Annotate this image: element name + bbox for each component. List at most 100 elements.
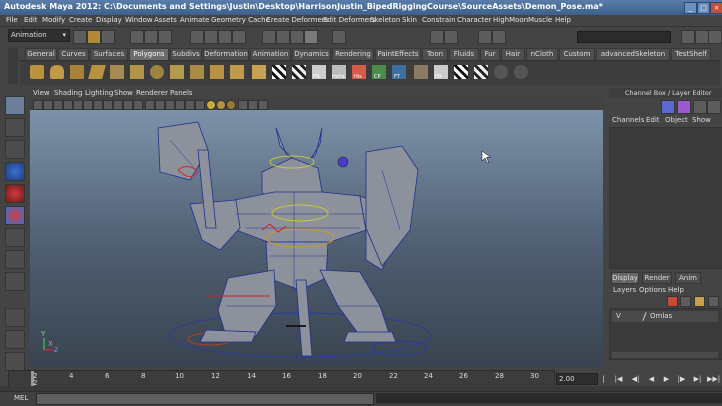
- outliner-layout-icon[interactable]: [5, 352, 25, 371]
- panel-menu-shading[interactable]: Shading: [54, 89, 82, 97]
- attribute-editor-icon[interactable]: [444, 30, 458, 44]
- checker-uv-alt-icon[interactable]: [474, 65, 488, 79]
- select-tool-icon[interactable]: [5, 96, 25, 115]
- panel-menu-lighting[interactable]: Lighting: [85, 89, 113, 97]
- tab-anim[interactable]: Anim: [675, 272, 701, 284]
- attribute-editor-toggle-icon[interactable]: [693, 100, 707, 114]
- channel-box-icon[interactable]: [492, 30, 506, 44]
- history-icon[interactable]: [262, 30, 276, 44]
- poly-merge-icon[interactable]: [210, 65, 224, 79]
- motion-blur-icon[interactable]: [216, 100, 226, 110]
- menu-edit-deformers[interactable]: Edit Deformers: [323, 16, 376, 24]
- poly-cylinder-icon[interactable]: [50, 65, 64, 79]
- layer-editor-toggle-icon[interactable]: [677, 100, 691, 114]
- step-back-frame-button[interactable]: ◀|: [630, 374, 641, 384]
- move-tool-icon[interactable]: [5, 162, 25, 181]
- wireframe-icon[interactable]: [145, 100, 155, 110]
- checker-uv-icon[interactable]: [454, 65, 468, 79]
- sidebar-toggle-icon[interactable]: [430, 30, 444, 44]
- layer-color-swatch[interactable]: [642, 312, 647, 321]
- menu-skeleton[interactable]: Skeleton: [370, 16, 400, 24]
- camera-attributes-icon[interactable]: [43, 100, 53, 110]
- layer-visibility-toggle[interactable]: V: [616, 312, 621, 320]
- ipr-render-icon[interactable]: [290, 30, 304, 44]
- menu-character[interactable]: Character: [457, 16, 492, 24]
- freeze-transform-icon[interactable]: FT: [392, 65, 406, 80]
- xray-joints-icon[interactable]: [258, 100, 268, 110]
- layer-scrollbar[interactable]: [612, 352, 718, 358]
- menu-display[interactable]: Display: [96, 16, 122, 24]
- xray-icon[interactable]: [248, 100, 258, 110]
- layout-single-icon[interactable]: [708, 30, 722, 44]
- command-input[interactable]: [36, 393, 374, 405]
- cb-menu-channels[interactable]: Channels: [612, 116, 644, 124]
- image-plane-icon[interactable]: [63, 100, 73, 110]
- paint-select-tool-icon[interactable]: [5, 140, 25, 159]
- open-scene-icon[interactable]: [87, 30, 101, 44]
- camera-select-icon[interactable]: [33, 100, 43, 110]
- maximize-button[interactable]: □: [697, 2, 710, 14]
- menu-set-selector[interactable]: Animation ▾: [8, 29, 70, 42]
- ambient-occlusion-icon[interactable]: [206, 100, 216, 110]
- lasso-alt-icon[interactable]: [514, 65, 528, 79]
- textured-icon[interactable]: [175, 100, 185, 110]
- new-layer-selected-icon[interactable]: [680, 296, 691, 307]
- menu-help[interactable]: Help: [555, 16, 571, 24]
- use-all-lights-icon[interactable]: [185, 100, 195, 110]
- input-field-icon[interactable]: [332, 30, 346, 44]
- play-backward-button[interactable]: ◀: [646, 374, 657, 384]
- quick-select-field[interactable]: [577, 31, 671, 43]
- sculpt-brush-icon[interactable]: [414, 65, 428, 79]
- poly-bevel-icon[interactable]: [110, 65, 124, 79]
- select-component-icon[interactable]: [158, 30, 172, 44]
- panel-menu-renderer[interactable]: Renderer: [136, 89, 168, 97]
- go-to-end-button[interactable]: ▶▶|: [707, 374, 720, 384]
- snap-grid-icon[interactable]: [190, 30, 204, 44]
- checker-alt-icon[interactable]: [292, 65, 306, 79]
- menu-file[interactable]: File: [6, 16, 18, 24]
- menu-skin[interactable]: Skin: [402, 16, 417, 24]
- layout-four-icon[interactable]: [695, 30, 709, 44]
- wireframe-on-shaded-icon[interactable]: [165, 100, 175, 110]
- poly-mirror-icon[interactable]: [230, 65, 244, 79]
- shadows-icon[interactable]: [195, 100, 205, 110]
- freeze-normals-icon[interactable]: FN: [312, 65, 326, 80]
- tab-render[interactable]: Render: [642, 272, 672, 284]
- menu-modify[interactable]: Modify: [42, 16, 65, 24]
- tool-settings-toggle-icon[interactable]: [707, 100, 721, 114]
- lasso-tool-icon[interactable]: [5, 118, 25, 137]
- new-layer-icon[interactable]: [667, 296, 678, 307]
- step-forward-key-button[interactable]: ▶|: [692, 374, 703, 384]
- channel-box-toggle-icon[interactable]: [661, 100, 675, 114]
- history-delete-icon[interactable]: His: [352, 65, 366, 80]
- snap-point-icon[interactable]: [218, 30, 232, 44]
- menu-edit[interactable]: Edit: [24, 16, 38, 24]
- current-frame-field[interactable]: 2.00: [556, 373, 598, 385]
- grid-toggle-icon[interactable]: [73, 100, 83, 110]
- safe-action-icon[interactable]: [123, 100, 133, 110]
- layer-menu-options[interactable]: Options: [639, 286, 666, 294]
- select-object-icon[interactable]: [144, 30, 158, 44]
- menu-create-deformers[interactable]: Create Deformers: [266, 16, 328, 24]
- poly-extrude-icon[interactable]: [88, 65, 106, 79]
- poly-smooth-icon[interactable]: [150, 65, 164, 79]
- layer-menu-layers[interactable]: Layers: [613, 286, 636, 294]
- safe-title-icon[interactable]: [133, 100, 143, 110]
- lasso-icon[interactable]: [494, 65, 508, 79]
- four-view-layout-icon[interactable]: [5, 330, 25, 349]
- channel-box-body[interactable]: [609, 127, 722, 269]
- new-scene-icon[interactable]: [73, 30, 87, 44]
- checker-icon[interactable]: [272, 65, 286, 79]
- bookmark-icon[interactable]: [53, 100, 63, 110]
- layer-sort-icon[interactable]: [694, 296, 705, 307]
- select-hierarchy-icon[interactable]: [130, 30, 144, 44]
- layer-row[interactable]: V Omlas: [612, 311, 718, 322]
- poly-separate-icon[interactable]: [190, 65, 204, 79]
- shelf-menu-handle[interactable]: [8, 48, 18, 84]
- isolate-select-icon[interactable]: [238, 100, 248, 110]
- cb-menu-edit[interactable]: Edit: [646, 116, 660, 124]
- last-tool-icon[interactable]: [5, 272, 25, 291]
- hard-shade-icon[interactable]: Hshd: [332, 65, 346, 80]
- command-language-label[interactable]: MEL: [14, 394, 28, 402]
- perspective-viewport[interactable]: Y X Z: [30, 110, 603, 367]
